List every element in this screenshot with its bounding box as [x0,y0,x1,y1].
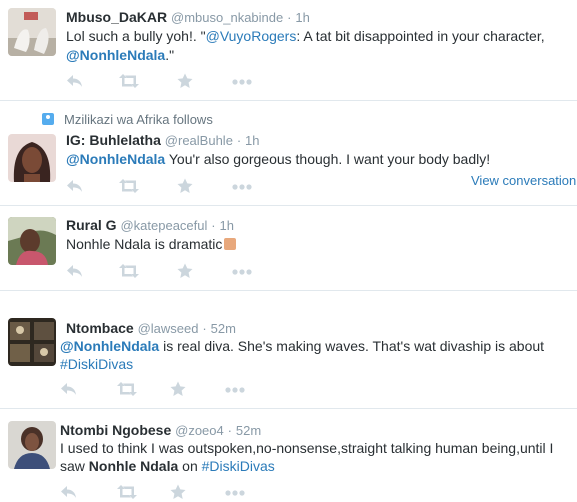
more-icon[interactable] [225,490,245,496]
favorite-icon[interactable] [170,381,186,397]
tweet-text: Lol such a bully yoh!. "@VuyoRogers: A t… [66,28,545,44]
avatar-image [8,217,56,265]
more-icon[interactable] [225,387,245,393]
retweet-icon[interactable] [118,178,140,194]
separator: · [211,218,216,233]
display-name[interactable]: IG: Buhlelatha [66,132,161,148]
more-icon[interactable] [232,184,252,190]
mention-link[interactable]: @NonhleNdala [60,338,159,354]
mention-link[interactable]: @NonhleNdala [66,151,165,167]
avatar[interactable] [8,134,56,182]
tweet-text: @NonhleNdala You'r also gorgeous though.… [66,151,491,167]
reply-icon[interactable] [66,178,84,194]
more-icon[interactable] [232,79,252,85]
favorite-icon[interactable] [177,73,193,89]
avatar[interactable] [8,421,56,469]
more-icon[interactable] [232,269,252,275]
handle[interactable]: @lawseed [138,321,199,336]
tweet-header: Mbuso_DaKAR @mbuso_nkabinde · 1h [66,8,310,27]
retweet-icon[interactable] [118,73,140,89]
retweet-icon[interactable] [118,263,140,279]
reply-icon[interactable] [60,484,78,500]
follow-context[interactable]: Mzilikazi wa Afrika follows [42,112,213,127]
avatar[interactable] [8,318,56,366]
tweet-header: IG: Buhlelatha @realBuhle · 1h [66,131,260,150]
tweet-item[interactable]: Ntombi Ngobese @zoeo4 · 52m I used to th… [0,409,577,490]
tweet-header: Ntombi Ngobese @zoeo4 · 52m [60,421,261,440]
favorite-icon[interactable] [177,263,193,279]
separator: · [287,10,292,25]
view-conversation-link[interactable]: View conversation [471,173,576,188]
avatar[interactable] [8,217,56,265]
bold-name: Nonhle Ndala [88,458,179,474]
favorite-icon[interactable] [177,178,193,194]
display-name[interactable]: Mbuso_DaKAR [66,9,167,25]
handle[interactable]: @zoeo4 [175,423,224,438]
timestamp[interactable]: 1h [295,10,309,25]
tweet-header: Ntombace @lawseed · 52m [66,319,236,338]
reply-icon[interactable] [66,263,84,279]
tweet-text-line2: @NonhleNdala." [66,47,175,63]
reply-icon[interactable] [66,73,84,89]
tweet-item[interactable]: Rural G @katepeaceful · 1h Nonhle Ndala … [0,206,577,290]
handle[interactable]: @mbuso_nkabinde [171,10,283,25]
display-name[interactable]: Ntombace [66,320,134,336]
reply-icon[interactable] [60,381,78,397]
mention-link[interactable]: @VuyoRogers [206,28,297,44]
avatar-image [8,318,56,366]
hashtag-link[interactable]: #DiskiDivas [202,458,275,474]
tweet-item[interactable]: Ntombace @lawseed · 52m @NonhleNdala is … [0,291,577,408]
timestamp[interactable]: 52m [211,321,236,336]
retweet-icon[interactable] [116,381,138,397]
tweet-text: Nonhle Ndala is dramatic [66,235,237,254]
separator: · [236,133,242,148]
tweet-text-line2: saw Nonhle Ndala on #DiskiDivas [60,458,275,474]
tweet-text: I used to think I was outspoken,no-nonse… [60,440,554,456]
display-name[interactable]: Rural G [66,217,117,233]
tweet-header: Rural G @katepeaceful · 1h [66,216,234,235]
hashtag-link[interactable]: #DiskiDivas [60,356,133,372]
timestamp[interactable]: 1h [245,133,259,148]
avatar-image [8,421,56,469]
tweet-text: @NonhleNdala is real diva. She's making … [60,338,545,354]
mention-link[interactable]: @NonhleNdala [66,47,165,63]
tweet-text-line2: #DiskiDivas [60,355,133,374]
handle[interactable]: @katepeaceful [120,218,207,233]
handle[interactable]: @realBuhle [165,133,233,148]
timestamp[interactable]: 1h [220,218,234,233]
favorite-icon[interactable] [170,484,186,500]
separator: · [227,423,232,438]
separator: · [202,321,207,336]
avatar-image [8,8,56,56]
tweet-item[interactable]: Mbuso_DaKAR @mbuso_nkabinde · 1h Lol suc… [0,0,577,100]
display-name[interactable]: Ntombi Ngobese [60,422,171,438]
tweet-item[interactable]: Mzilikazi wa Afrika follows IG: Buhlelat… [0,101,577,205]
timestamp[interactable]: 52m [236,423,261,438]
avatar[interactable] [8,8,56,56]
avatar-image [8,134,56,182]
thumbs-down-emoji-icon [224,238,237,250]
user-icon [42,113,54,125]
retweet-icon[interactable] [116,484,138,500]
